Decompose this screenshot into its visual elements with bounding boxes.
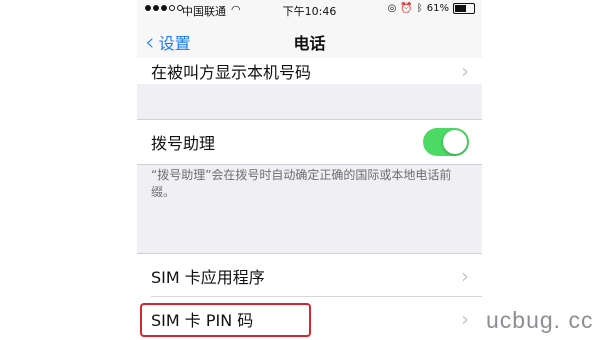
lock-rotation-icon: ◎ (387, 3, 397, 14)
page-title: 电话 (293, 34, 326, 53)
chevron-right-icon: › (461, 306, 469, 331)
cell-label: 在被叫方显示本机号码 (151, 63, 312, 82)
dial-assist-toggle[interactable] (423, 128, 469, 156)
alarm-icon: ⏰ (400, 3, 413, 14)
highlight-box (140, 303, 311, 337)
cell-show-caller-id[interactable]: 在被叫方显示本机号码 › (137, 58, 482, 84)
phone-screen: 中国联通 ◠ 下午10:46 ◎ ⏰ ᛒ 61% ‹ 设置 电话 在被叫方显示本… (137, 0, 482, 340)
bluetooth-icon: ᛒ (416, 3, 423, 14)
watermark: ucbug. cc (486, 307, 594, 333)
battery-icon (453, 3, 475, 14)
chevron-right-icon: › (461, 59, 469, 83)
chevron-right-icon: › (461, 263, 469, 288)
cell-label: SIM 卡应用程序 (151, 267, 265, 287)
battery-fill (455, 5, 466, 12)
cell-label: 拨号助理 (151, 134, 216, 153)
status-bar: 中国联通 ◠ 下午10:46 ◎ ⏰ ᛒ 61% (137, 0, 482, 20)
status-right-group: ◎ ⏰ ᛒ 61% (388, 3, 475, 14)
battery-percent: 61% (426, 3, 449, 14)
toggle-knob (443, 130, 467, 154)
cell-dial-assist: 拨号助理 (137, 119, 482, 165)
navigation-bar: ‹ 设置 电话 (137, 20, 482, 63)
dial-assist-footnote: “拨号助理”会在拨号时自动确定正确的国际或本地电话前缀。 (151, 168, 452, 199)
cell-sim-apps[interactable]: SIM 卡应用程序 › (137, 253, 482, 297)
